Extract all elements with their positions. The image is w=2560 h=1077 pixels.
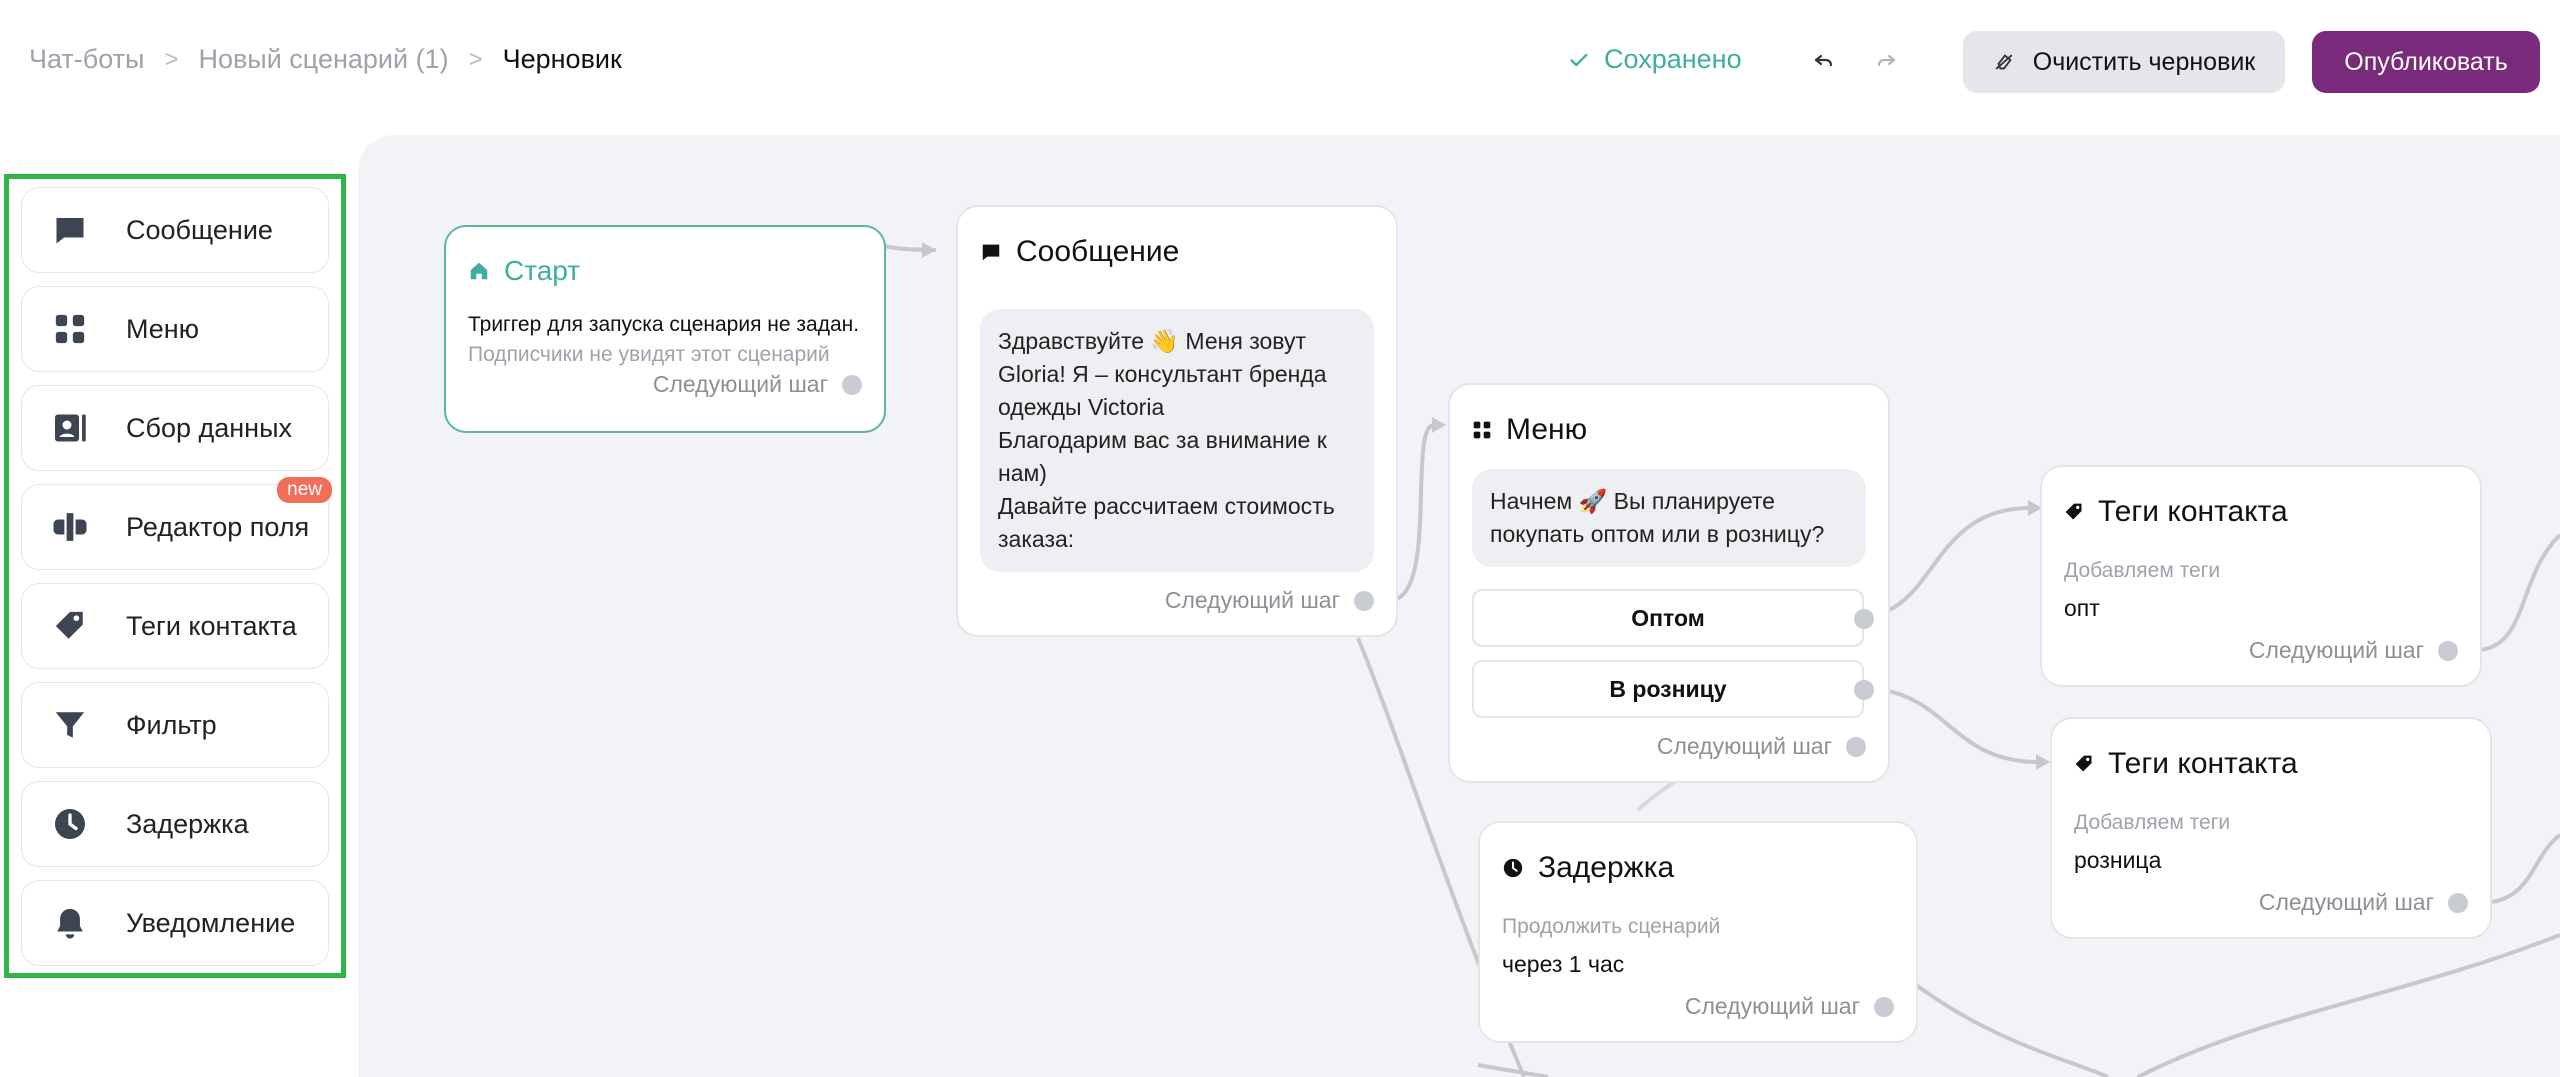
palette-item-delay[interactable]: Задержка	[21, 781, 329, 867]
tag-icon	[50, 606, 90, 646]
block-palette: Сообщение Меню Сбор данных Редактор поля…	[4, 174, 346, 978]
top-header: Чат-боты > Новый сценарий (1) > Черновик…	[0, 0, 2560, 125]
eraser-icon	[1995, 54, 2012, 70]
node-contact-tags-retail[interactable]: Теги контакта Добавляем теги розница Сле…	[2050, 717, 2492, 939]
node-contact-tags-wholesale[interactable]: Теги контакта Добавляем теги опт Следующ…	[2040, 465, 2482, 687]
connector-dot[interactable]	[842, 374, 862, 395]
menu-question-bubble[interactable]: Начнем 🚀 Вы планируете покупать оптом ил…	[1472, 469, 1866, 567]
delay-label: Продолжить сценарий	[1502, 915, 1721, 938]
delay-value: через 1 час	[1502, 951, 1625, 977]
publish-label: Опубликовать	[2344, 47, 2508, 76]
next-step-handle[interactable]: Следующий шаг	[2259, 889, 2468, 916]
palette-item-label: Редактор поля	[126, 511, 310, 542]
flow-canvas[interactable]: Старт Триггер для запуска сценария не за…	[358, 135, 2560, 1077]
next-step-handle[interactable]: Следующий шаг	[1165, 587, 1374, 614]
breadcrumb: Чат-боты > Новый сценарий (1) > Черновик	[29, 44, 622, 75]
palette-item-label: Меню	[126, 313, 199, 344]
arrow-head-message	[922, 242, 936, 258]
connector-dot[interactable]	[1874, 996, 1894, 1017]
node-title: Теги контакта	[2064, 495, 2288, 529]
next-step-handle[interactable]: Следующий шаг	[653, 371, 862, 398]
new-badge: new	[277, 477, 332, 503]
node-title: Задержка	[1502, 851, 1674, 885]
tags-value: розница	[2074, 847, 2162, 873]
tags-label: Добавляем теги	[2074, 811, 2231, 834]
message-bubble[interactable]: Здравствуйте 👋 Меня зовут Gloria! Я – ко…	[980, 309, 1374, 572]
next-step-handle[interactable]: Следующий шаг	[1657, 733, 1866, 760]
filter-icon	[50, 705, 90, 745]
connection-out-3	[2137, 933, 2560, 1077]
node-menu[interactable]: Меню Начнем 🚀 Вы планируете покупать опт…	[1448, 383, 1890, 783]
next-step-handle[interactable]: Следующий шаг	[2249, 637, 2458, 664]
palette-item-contact-tags[interactable]: Теги контакта	[21, 583, 329, 669]
palette-item-notification[interactable]: Уведомление	[21, 880, 329, 966]
menu-option-retail[interactable]: В розницу	[1472, 660, 1874, 718]
palette-item-label: Задержка	[126, 808, 249, 839]
arrow-head-tags2	[2036, 754, 2050, 770]
breadcrumb-draft: Черновик	[502, 44, 622, 74]
home-icon	[470, 262, 488, 280]
clear-draft-label: Очистить черновик	[2032, 47, 2256, 76]
connector-dot[interactable]	[1846, 736, 1866, 757]
connector-dot[interactable]	[1854, 609, 1874, 629]
start-subscribers-note: Подписчики не увидят этот сценарий	[468, 343, 830, 366]
redo-icon	[1877, 54, 1896, 67]
node-message[interactable]: Сообщение Здравствуйте 👋 Меня зовут Glor…	[956, 205, 1398, 637]
tag-icon	[2075, 755, 2092, 772]
breadcrumb-chatbots[interactable]: Чат-боты	[29, 44, 144, 75]
menu-grid-icon	[1473, 421, 1491, 439]
field-editor-icon	[50, 507, 90, 547]
node-title: Теги контакта	[2074, 747, 2298, 781]
saved-status: Сохранено	[1568, 44, 1742, 75]
connector-dot[interactable]	[2438, 640, 2458, 661]
saved-label: Сохранено	[1604, 44, 1742, 74]
connection-out-1	[1477, 1063, 1549, 1077]
chevron-right-icon: >	[468, 45, 483, 73]
menu-option-wholesale[interactable]: Оптом	[1472, 589, 1874, 647]
clear-draft-button[interactable]: Очистить черновик	[1963, 31, 2285, 93]
palette-item-label: Сбор данных	[126, 412, 292, 443]
breadcrumb-scenario[interactable]: Новый сценарий (1)	[198, 44, 448, 75]
tags-value: опт	[2064, 595, 2100, 621]
palette-item-filter[interactable]: Фильтр	[21, 682, 329, 768]
clock-icon	[1503, 858, 1523, 878]
redo-button[interactable]	[1870, 45, 1902, 77]
chevron-right-icon: >	[164, 45, 179, 73]
node-title: Меню	[1472, 413, 1587, 447]
check-icon	[1570, 53, 1588, 66]
bell-icon	[50, 903, 90, 943]
tags-label: Добавляем теги	[2064, 559, 2221, 582]
next-step-handle[interactable]: Следующий шаг	[1685, 993, 1894, 1020]
node-title: Старт	[468, 255, 580, 287]
arrow-head-menu	[1432, 417, 1446, 433]
node-delay[interactable]: Задержка Продолжить сценарий через 1 час…	[1478, 821, 1918, 1043]
undo-button[interactable]	[1808, 45, 1840, 77]
message-icon	[982, 244, 1000, 261]
palette-item-message[interactable]: Сообщение	[21, 187, 329, 273]
palette-item-label: Уведомление	[126, 907, 296, 938]
publish-button[interactable]: Опубликовать	[2312, 31, 2540, 93]
message-icon	[50, 210, 90, 250]
start-trigger-text: Триггер для запуска сценария не задан.	[468, 313, 860, 336]
node-title: Сообщение	[980, 235, 1179, 269]
palette-item-label: Теги контакта	[126, 610, 297, 641]
undo-icon	[1814, 54, 1833, 67]
connection-message-menu	[1391, 423, 1435, 602]
menu-grid-icon	[50, 309, 90, 349]
palette-item-label: Сообщение	[126, 214, 273, 245]
connector-dot[interactable]	[2448, 892, 2468, 913]
palette-item-field-editor[interactable]: Редактор поля new	[21, 477, 332, 570]
tag-icon	[2065, 503, 2082, 520]
node-start[interactable]: Старт Триггер для запуска сценария не за…	[444, 225, 886, 433]
contact-card-icon	[50, 408, 90, 448]
palette-item-menu[interactable]: Меню	[21, 286, 329, 372]
clock-icon	[50, 804, 90, 844]
palette-item-label: Фильтр	[126, 709, 217, 740]
connection-tags1-out	[2479, 533, 2560, 652]
connector-dot[interactable]	[1854, 680, 1874, 700]
connection-tags2-out	[2491, 833, 2560, 904]
connector-dot[interactable]	[1354, 590, 1374, 611]
palette-item-data-collection[interactable]: Сбор данных	[21, 385, 329, 471]
